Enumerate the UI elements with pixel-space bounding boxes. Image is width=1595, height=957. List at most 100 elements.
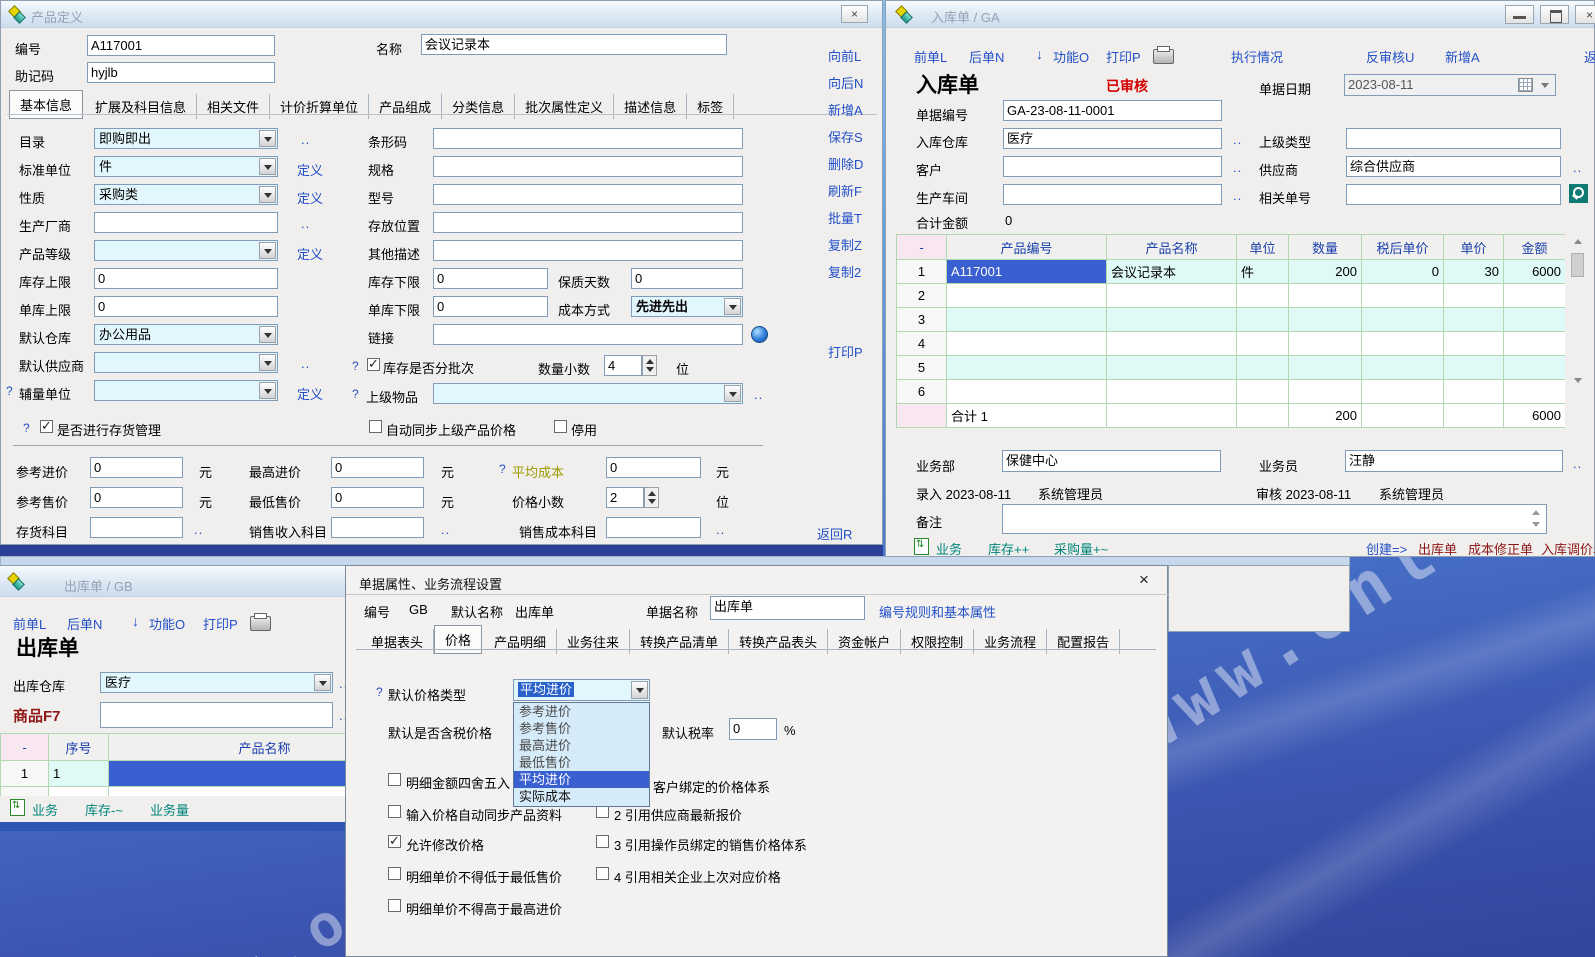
option-min-sell[interactable]: 最低售价	[514, 754, 649, 771]
biz-link[interactable]: 业务	[32, 800, 58, 819]
cost-subject-input[interactable]	[606, 517, 701, 538]
function-link[interactable]: 功能O	[1053, 47, 1089, 66]
create-outbound-link[interactable]: 出库单	[1418, 539, 1457, 558]
barcode-input[interactable]	[433, 128, 743, 149]
customer-input[interactable]	[1003, 156, 1222, 177]
qty-decimal-stepper[interactable]	[642, 355, 657, 376]
single-upper-input[interactable]: 0	[94, 296, 278, 317]
prev-doc-link[interactable]: 前单L	[13, 614, 46, 633]
operator-price-checkbox[interactable]	[596, 835, 609, 848]
code-input[interactable]: A117001	[87, 35, 275, 56]
tab-doc-header[interactable]: 单据表头	[361, 629, 434, 654]
function-link[interactable]: 功能O	[149, 614, 185, 633]
sync-product-checkbox[interactable]	[388, 805, 401, 818]
biz-link[interactable]: 业务	[936, 539, 962, 558]
dept-input[interactable]: 保健中心	[1002, 450, 1221, 472]
printer-icon[interactable]	[1153, 49, 1174, 64]
price-decimal-input[interactable]: 2	[606, 487, 644, 508]
price-decimal-stepper[interactable]	[644, 487, 659, 508]
tab-pricing-units[interactable]: 计价折算单位	[270, 94, 369, 119]
tab-related-files[interactable]: 相关文件	[197, 94, 270, 119]
tax-rate-input[interactable]: 0	[729, 718, 777, 740]
combo-arrow-icon[interactable]	[259, 354, 276, 371]
refresh-doc-icon[interactable]	[10, 799, 25, 816]
action-back[interactable]: 返回R	[817, 524, 852, 543]
refresh-doc-icon[interactable]	[914, 538, 929, 555]
action-delete[interactable]: 删除D	[828, 154, 863, 173]
warehouse-more-button[interactable]: ..	[1233, 132, 1242, 147]
volume-link[interactable]: 业务量	[150, 800, 189, 819]
col-header-unit[interactable]: 单位	[1237, 235, 1289, 260]
printer-icon[interactable]	[250, 616, 271, 631]
combo-arrow-icon[interactable]	[259, 382, 276, 399]
combo-arrow-icon[interactable]	[259, 326, 276, 343]
col-header-code[interactable]: 产品编号	[947, 235, 1107, 260]
add-link[interactable]: 新增A	[1445, 47, 1480, 66]
price-type-combo[interactable]: 平均进价	[513, 679, 650, 701]
tab-product-composition[interactable]: 产品组成	[369, 94, 442, 119]
outbound-warehouse-combo[interactable]: 医疗	[100, 672, 333, 693]
clerk-input[interactable]: 汪静	[1345, 450, 1563, 472]
nature-define-link[interactable]: 定义	[297, 188, 323, 207]
allow-edit-price-checkbox[interactable]	[388, 835, 401, 848]
scrollbar-thumb[interactable]	[1571, 253, 1584, 277]
option-ref-sell[interactable]: 参考售价	[514, 720, 649, 737]
close-button[interactable]: ×	[841, 5, 868, 23]
product-f7-input[interactable]	[100, 702, 333, 728]
scroll-up-icon[interactable]	[1574, 239, 1582, 244]
round-amount-checkbox[interactable]	[388, 773, 401, 786]
help-icon[interactable]: ?	[23, 421, 30, 435]
income-subject-more-button[interactable]: ..	[441, 522, 450, 537]
max-buy-input[interactable]: 0	[331, 457, 424, 478]
supplier-more-button[interactable]: ..	[1573, 160, 1582, 175]
name-cell[interactable]: 会议记录本	[1107, 260, 1237, 284]
action-add[interactable]: 新增A	[828, 100, 863, 119]
unit-define-link[interactable]: 定义	[297, 160, 323, 179]
col-header-dash[interactable]: -	[1, 734, 49, 761]
scroll-down-icon[interactable]	[1574, 378, 1582, 383]
catalog-more-button[interactable]: ..	[301, 132, 310, 147]
grade-define-link[interactable]: 定义	[297, 244, 323, 263]
combo-arrow-icon[interactable]	[631, 681, 648, 699]
exec-status-link[interactable]: 执行情况	[1231, 47, 1283, 66]
stock-upper-input[interactable]: 0	[94, 268, 278, 289]
col-header-product-name[interactable]: 产品名称	[109, 734, 347, 761]
next-doc-link[interactable]: 后单N	[969, 47, 1004, 66]
inventory-mgmt-checkbox[interactable]	[40, 420, 53, 433]
outbound-titlebar[interactable]	[0, 566, 345, 597]
amount-cell[interactable]: 6000	[1504, 260, 1566, 284]
tab-product-detail[interactable]: 产品明细	[484, 629, 557, 654]
unaudit-link[interactable]: 反审核U	[1366, 47, 1414, 66]
clerk-more-button[interactable]: ..	[1573, 456, 1582, 471]
action-copy1[interactable]: 复制Z	[828, 235, 862, 254]
qty-decimal-input[interactable]: 4	[604, 355, 642, 376]
income-subject-input[interactable]	[331, 517, 424, 538]
combo-arrow-icon[interactable]	[259, 242, 276, 259]
numbering-rules-link[interactable]: 编号规则和基本属性	[879, 602, 996, 621]
purchase-qty-link[interactable]: 采购量+~	[1054, 539, 1108, 558]
supplier-input[interactable]: 综合供应商	[1346, 156, 1561, 177]
date-dropdown-icon[interactable]	[1541, 83, 1549, 88]
aux-unit-combo[interactable]	[94, 380, 278, 401]
tab-fund-account[interactable]: 资金帐户	[828, 629, 901, 654]
not-below-min-checkbox[interactable]	[388, 867, 401, 880]
tab-business-flow[interactable]: 业务流程	[974, 629, 1047, 654]
col-header-amount[interactable]: 金额	[1504, 235, 1566, 260]
tab-description[interactable]: 描述信息	[614, 94, 687, 119]
print-link[interactable]: 打印P	[1106, 47, 1141, 66]
tab-permission-control[interactable]: 权限控制	[901, 629, 974, 654]
mnemonic-input[interactable]: hyjlb	[87, 62, 275, 83]
name-input[interactable]: 会议记录本	[421, 34, 727, 55]
combo-arrow-icon[interactable]	[259, 130, 276, 147]
combo-arrow-icon[interactable]	[724, 385, 741, 402]
parent-item-more-button[interactable]: ..	[754, 387, 763, 402]
tab-batch-attributes[interactable]: 批次属性定义	[515, 94, 614, 119]
combo-arrow-icon[interactable]	[259, 158, 276, 175]
create-cost-fix-link[interactable]: 成本修正单	[1468, 539, 1533, 558]
combo-arrow-icon[interactable]	[314, 674, 331, 691]
default-supplier-combo[interactable]	[94, 352, 278, 373]
tab-extended-info[interactable]: 扩展及科目信息	[85, 94, 197, 119]
print-link[interactable]: 打印P	[203, 614, 238, 633]
doc-name-input[interactable]: 出库单	[710, 596, 865, 620]
row-number-cell[interactable]: 5	[897, 356, 947, 380]
